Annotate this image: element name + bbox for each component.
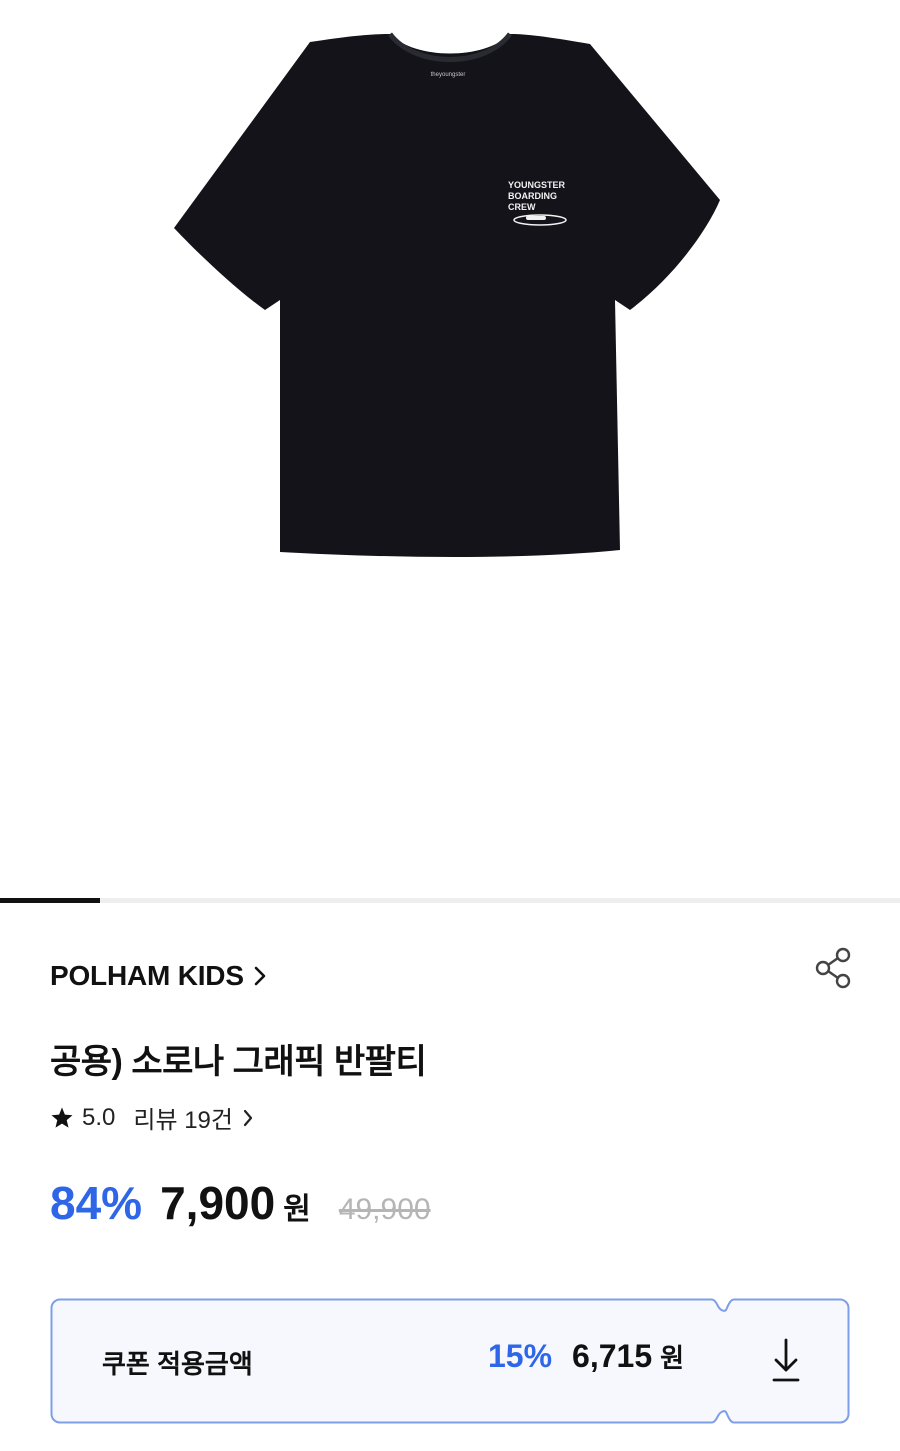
- chest-print-line: BOARDING: [508, 191, 557, 201]
- coupon-label: 쿠폰 적용금액: [102, 1349, 253, 1379]
- rating-row: 5.0 리뷰 19건: [50, 1100, 253, 1135]
- share-icon: [815, 947, 851, 989]
- product-image-area[interactable]: theyoungster YOUNGSTER BOARDING CREW: [0, 0, 900, 898]
- download-icon: [772, 1338, 800, 1382]
- review-count: 리뷰 19건: [133, 1107, 233, 1134]
- coupon-download-button[interactable]: [722, 1298, 850, 1424]
- chevron-right-icon: [243, 1109, 253, 1126]
- product-title: 공용) 소로나 그래픽 반팔티: [50, 1043, 427, 1081]
- product-image-tshirt: theyoungster YOUNGSTER BOARDING CREW: [174, 32, 720, 557]
- sale-price: 7,900: [160, 1177, 276, 1229]
- star-icon: [51, 1107, 73, 1128]
- brand-link[interactable]: POLHAM KIDS: [50, 960, 266, 992]
- coupon-price-currency: 원: [660, 1343, 685, 1373]
- svg-text:theyoungster: theyoungster: [431, 72, 466, 78]
- chest-print-line: CREW: [508, 202, 536, 212]
- coupon-discount-rate: 15%: [488, 1338, 553, 1374]
- share-button[interactable]: [812, 946, 854, 990]
- brand-name: POLHAM KIDS: [50, 960, 244, 991]
- coupon-price: 15% 6,715 원: [488, 1338, 684, 1375]
- coupon-price-amount: 6,715: [572, 1338, 653, 1374]
- coupon-card[interactable]: 쿠폰 적용금액 15% 6,715 원: [50, 1298, 850, 1424]
- chevron-right-icon: [254, 966, 266, 986]
- sale-price-currency: 원: [283, 1193, 311, 1226]
- image-pager-progress-fill: [0, 898, 100, 903]
- original-price: 49,900: [338, 1193, 431, 1226]
- rating-score: 5.0: [82, 1103, 116, 1131]
- review-link[interactable]: 리뷰 19건: [133, 1100, 253, 1135]
- price-row: 84% 7,900 원 49,900: [50, 1176, 431, 1230]
- chest-print-line: YOUNGSTER: [508, 180, 566, 190]
- image-pager-progress: [0, 898, 900, 903]
- discount-rate: 84%: [50, 1177, 143, 1229]
